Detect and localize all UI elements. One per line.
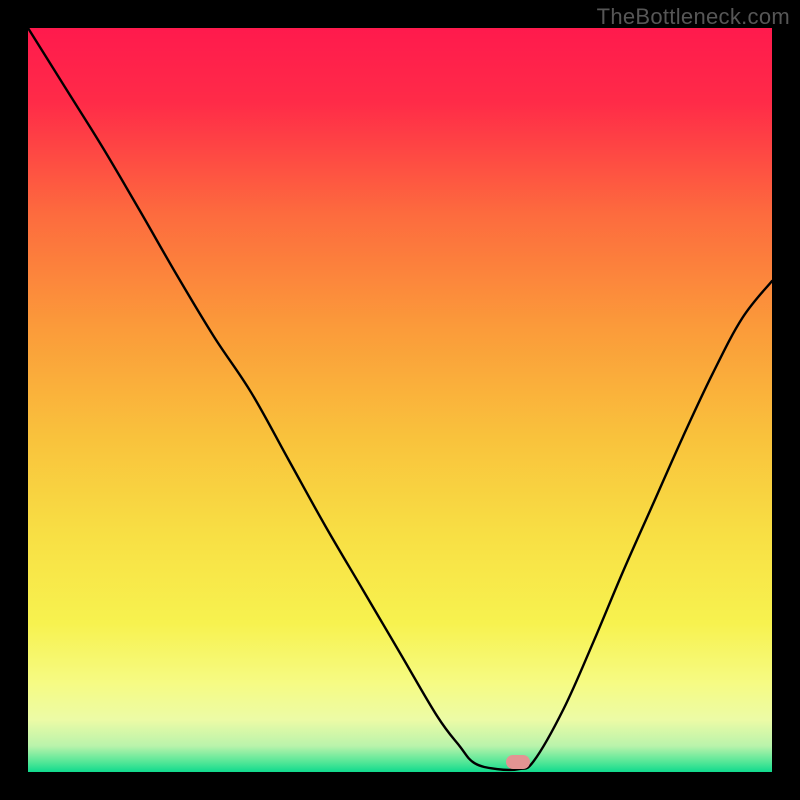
watermark-text: TheBottleneck.com [597, 4, 790, 30]
plot-area [28, 28, 772, 772]
bottleneck-curve [28, 28, 772, 772]
chart-frame: TheBottleneck.com [0, 0, 800, 800]
optimal-marker [506, 755, 530, 769]
